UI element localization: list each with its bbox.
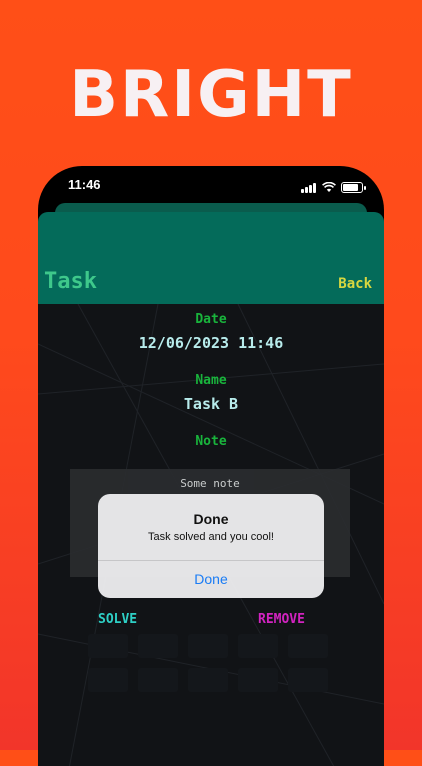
name-value[interactable]: Task B	[38, 395, 384, 413]
name-label: Name	[195, 373, 227, 388]
nav-header: Task Back	[38, 212, 384, 304]
alert-done-button[interactable]: Done	[98, 561, 324, 598]
wifi-icon	[322, 182, 336, 192]
promo-headline: BRIGHT	[69, 58, 353, 132]
signal-icon	[301, 178, 317, 197]
date-label: Date	[195, 312, 227, 327]
note-label: Note	[195, 434, 227, 449]
note-value: Some note	[180, 477, 240, 490]
date-value[interactable]: 12/06/2023 11:46	[38, 334, 384, 352]
solve-button[interactable]: SOLVE	[98, 612, 137, 627]
back-button[interactable]: Back	[338, 276, 372, 292]
status-time: 11:46	[68, 177, 101, 192]
status-bar: 11:46	[38, 166, 384, 206]
phone-frame: 11:46 Task Back Date 12/06/2023 11:46 Na…	[38, 166, 384, 766]
remove-button[interactable]: REMOVE	[258, 612, 305, 627]
done-alert: Done Task solved and you cool! Done	[98, 494, 324, 598]
alert-title: Done	[193, 511, 229, 527]
status-icons	[301, 178, 366, 197]
battery-nub	[364, 185, 366, 190]
battery-icon	[341, 182, 363, 193]
page-title: Task	[44, 269, 97, 294]
task-screen: Task Back Date 12/06/2023 11:46 Name Tas…	[38, 212, 384, 766]
alert-message: Task solved and you cool!	[148, 531, 274, 543]
